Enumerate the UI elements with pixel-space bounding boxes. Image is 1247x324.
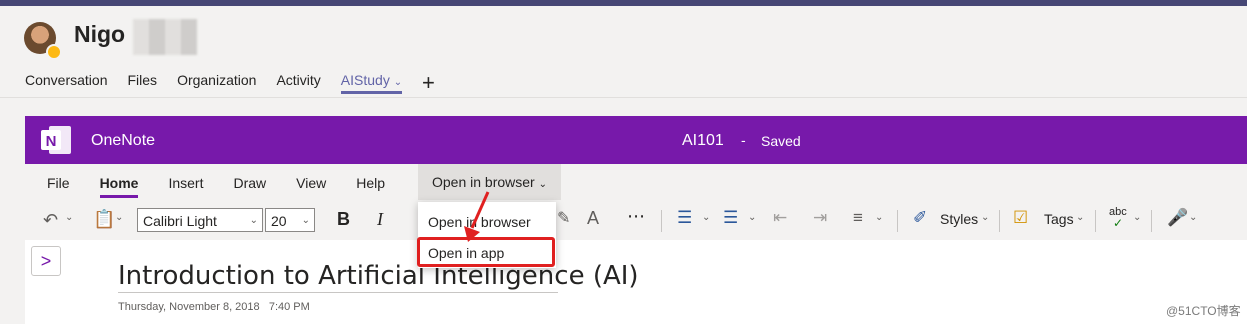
document-title[interactable]: AI101 — [682, 132, 724, 150]
onenote-logo-icon: N — [41, 126, 71, 154]
user-name: Nigo — [74, 21, 126, 47]
menu-insert[interactable]: Insert — [168, 175, 203, 198]
bullets-icon[interactable]: ☰ — [677, 208, 692, 228]
bold-button[interactable]: B — [337, 209, 350, 230]
chevron-down-icon[interactable]: ⌄ — [1076, 212, 1084, 223]
more-options-icon[interactable]: ⋯ — [627, 206, 645, 227]
styles-button[interactable]: Styles — [940, 211, 978, 227]
tags-icon[interactable]: ☑ — [1013, 208, 1028, 228]
channel-header: Nigo Conversation Files Organization Act… — [0, 6, 1247, 98]
undo-icon[interactable]: ↶ — [43, 210, 58, 231]
chevron-down-icon: ⌄ — [301, 215, 310, 226]
highlight-icon[interactable]: ✎ — [557, 208, 570, 228]
blurred-name-region — [133, 19, 197, 55]
chevron-down-icon[interactable]: ⌄ — [1133, 212, 1141, 223]
note-page: > Introduction to Artificial Intelligenc… — [25, 240, 1247, 324]
tags-button[interactable]: Tags — [1044, 211, 1074, 227]
menu-view[interactable]: View — [296, 175, 326, 198]
page-date-value: Thursday, November 8, 2018 — [118, 301, 260, 313]
menu-home[interactable]: Home — [99, 175, 139, 198]
chevron-down-icon: ⌄ — [249, 215, 258, 226]
menu-help[interactable]: Help — [356, 175, 385, 198]
add-tab-button[interactable]: + — [422, 70, 435, 96]
ribbon-menu: File Home Insert Draw View Help — [47, 175, 415, 198]
tab-conversation[interactable]: Conversation — [25, 72, 108, 94]
chevron-down-icon[interactable]: ⌄ — [1189, 212, 1197, 223]
toolbar-divider — [999, 210, 1000, 232]
onenote-title-bar: N OneNote AI101 - Saved — [25, 116, 1247, 164]
italic-button[interactable]: I — [377, 209, 383, 230]
toolbar-divider — [1151, 210, 1152, 232]
tab-aistudy-label: AIStudy — [340, 72, 390, 88]
chevron-down-icon[interactable]: ⌄ — [115, 212, 123, 223]
check-icon: ✓ — [1113, 216, 1124, 230]
save-status: Saved — [761, 133, 801, 149]
numbering-icon[interactable]: ☰ — [723, 208, 738, 228]
toolbar-divider — [897, 210, 898, 232]
ribbon-toolbar: ↶ ⌄ 📋 ⌄ Calibri Light ⌄ 20 ⌄ B I ✎ A ⋯ ☰… — [25, 206, 1247, 240]
tab-files[interactable]: Files — [128, 72, 158, 94]
chevron-down-icon[interactable]: ⌄ — [981, 212, 989, 223]
paragraph-align-icon[interactable]: ≡ — [853, 208, 863, 228]
decrease-indent-icon[interactable]: ⇤ — [773, 208, 787, 228]
title-underline — [118, 292, 558, 293]
annotation-arrow-icon — [464, 191, 490, 242]
expand-navigation-button[interactable]: > — [31, 246, 61, 276]
header-divider — [0, 97, 1247, 98]
increase-indent-icon[interactable]: ⇥ — [813, 208, 827, 228]
watermark: @51CTO博客 — [1166, 304, 1241, 318]
ribbon: File Home Insert Draw View Help Open in … — [25, 164, 1247, 241]
status-away-icon — [46, 44, 62, 60]
tab-activity[interactable]: Activity — [276, 72, 320, 94]
clear-formatting-icon[interactable]: A — [587, 208, 599, 229]
paste-icon[interactable]: 📋 — [93, 209, 115, 230]
menu-draw[interactable]: Draw — [233, 175, 266, 198]
title-separator: - — [741, 132, 746, 148]
open-in-dropdown-label: Open in browser — [432, 174, 535, 190]
tab-aistudy[interactable]: AIStudy ⌄ — [340, 72, 403, 94]
chevron-down-icon[interactable]: ⌄ — [702, 212, 710, 223]
chevron-down-icon: ⌄ — [538, 179, 547, 190]
toolbar-divider — [661, 210, 662, 232]
chevron-down-icon[interactable]: ⌄ — [748, 212, 756, 223]
chevron-down-icon[interactable]: ⌄ — [875, 212, 883, 223]
channel-tabs: Conversation Files Organization Activity… — [25, 72, 403, 94]
chevron-down-icon[interactable]: ⌄ — [65, 212, 73, 223]
font-size-select[interactable]: 20 ⌄ — [265, 208, 315, 232]
menu-file[interactable]: File — [47, 175, 70, 198]
font-size-value: 20 — [271, 213, 287, 229]
onenote-app-name: OneNote — [91, 132, 156, 149]
font-name-value: Calibri Light — [143, 213, 217, 229]
page-time-value: 7:40 PM — [268, 301, 310, 313]
tab-organization[interactable]: Organization — [177, 72, 256, 94]
microphone-icon[interactable]: 🎤 — [1167, 208, 1188, 228]
svg-text:N: N — [46, 133, 57, 150]
page-date: Thursday, November 8, 2018 7:40 PM — [118, 301, 310, 313]
font-name-select[interactable]: Calibri Light ⌄ — [137, 208, 263, 232]
styles-icon[interactable]: ✐ — [913, 208, 927, 228]
toolbar-divider — [1095, 210, 1096, 232]
chevron-down-icon: ⌄ — [393, 77, 403, 88]
page-title[interactable]: Introduction to Artificial Intelligence … — [118, 261, 639, 291]
